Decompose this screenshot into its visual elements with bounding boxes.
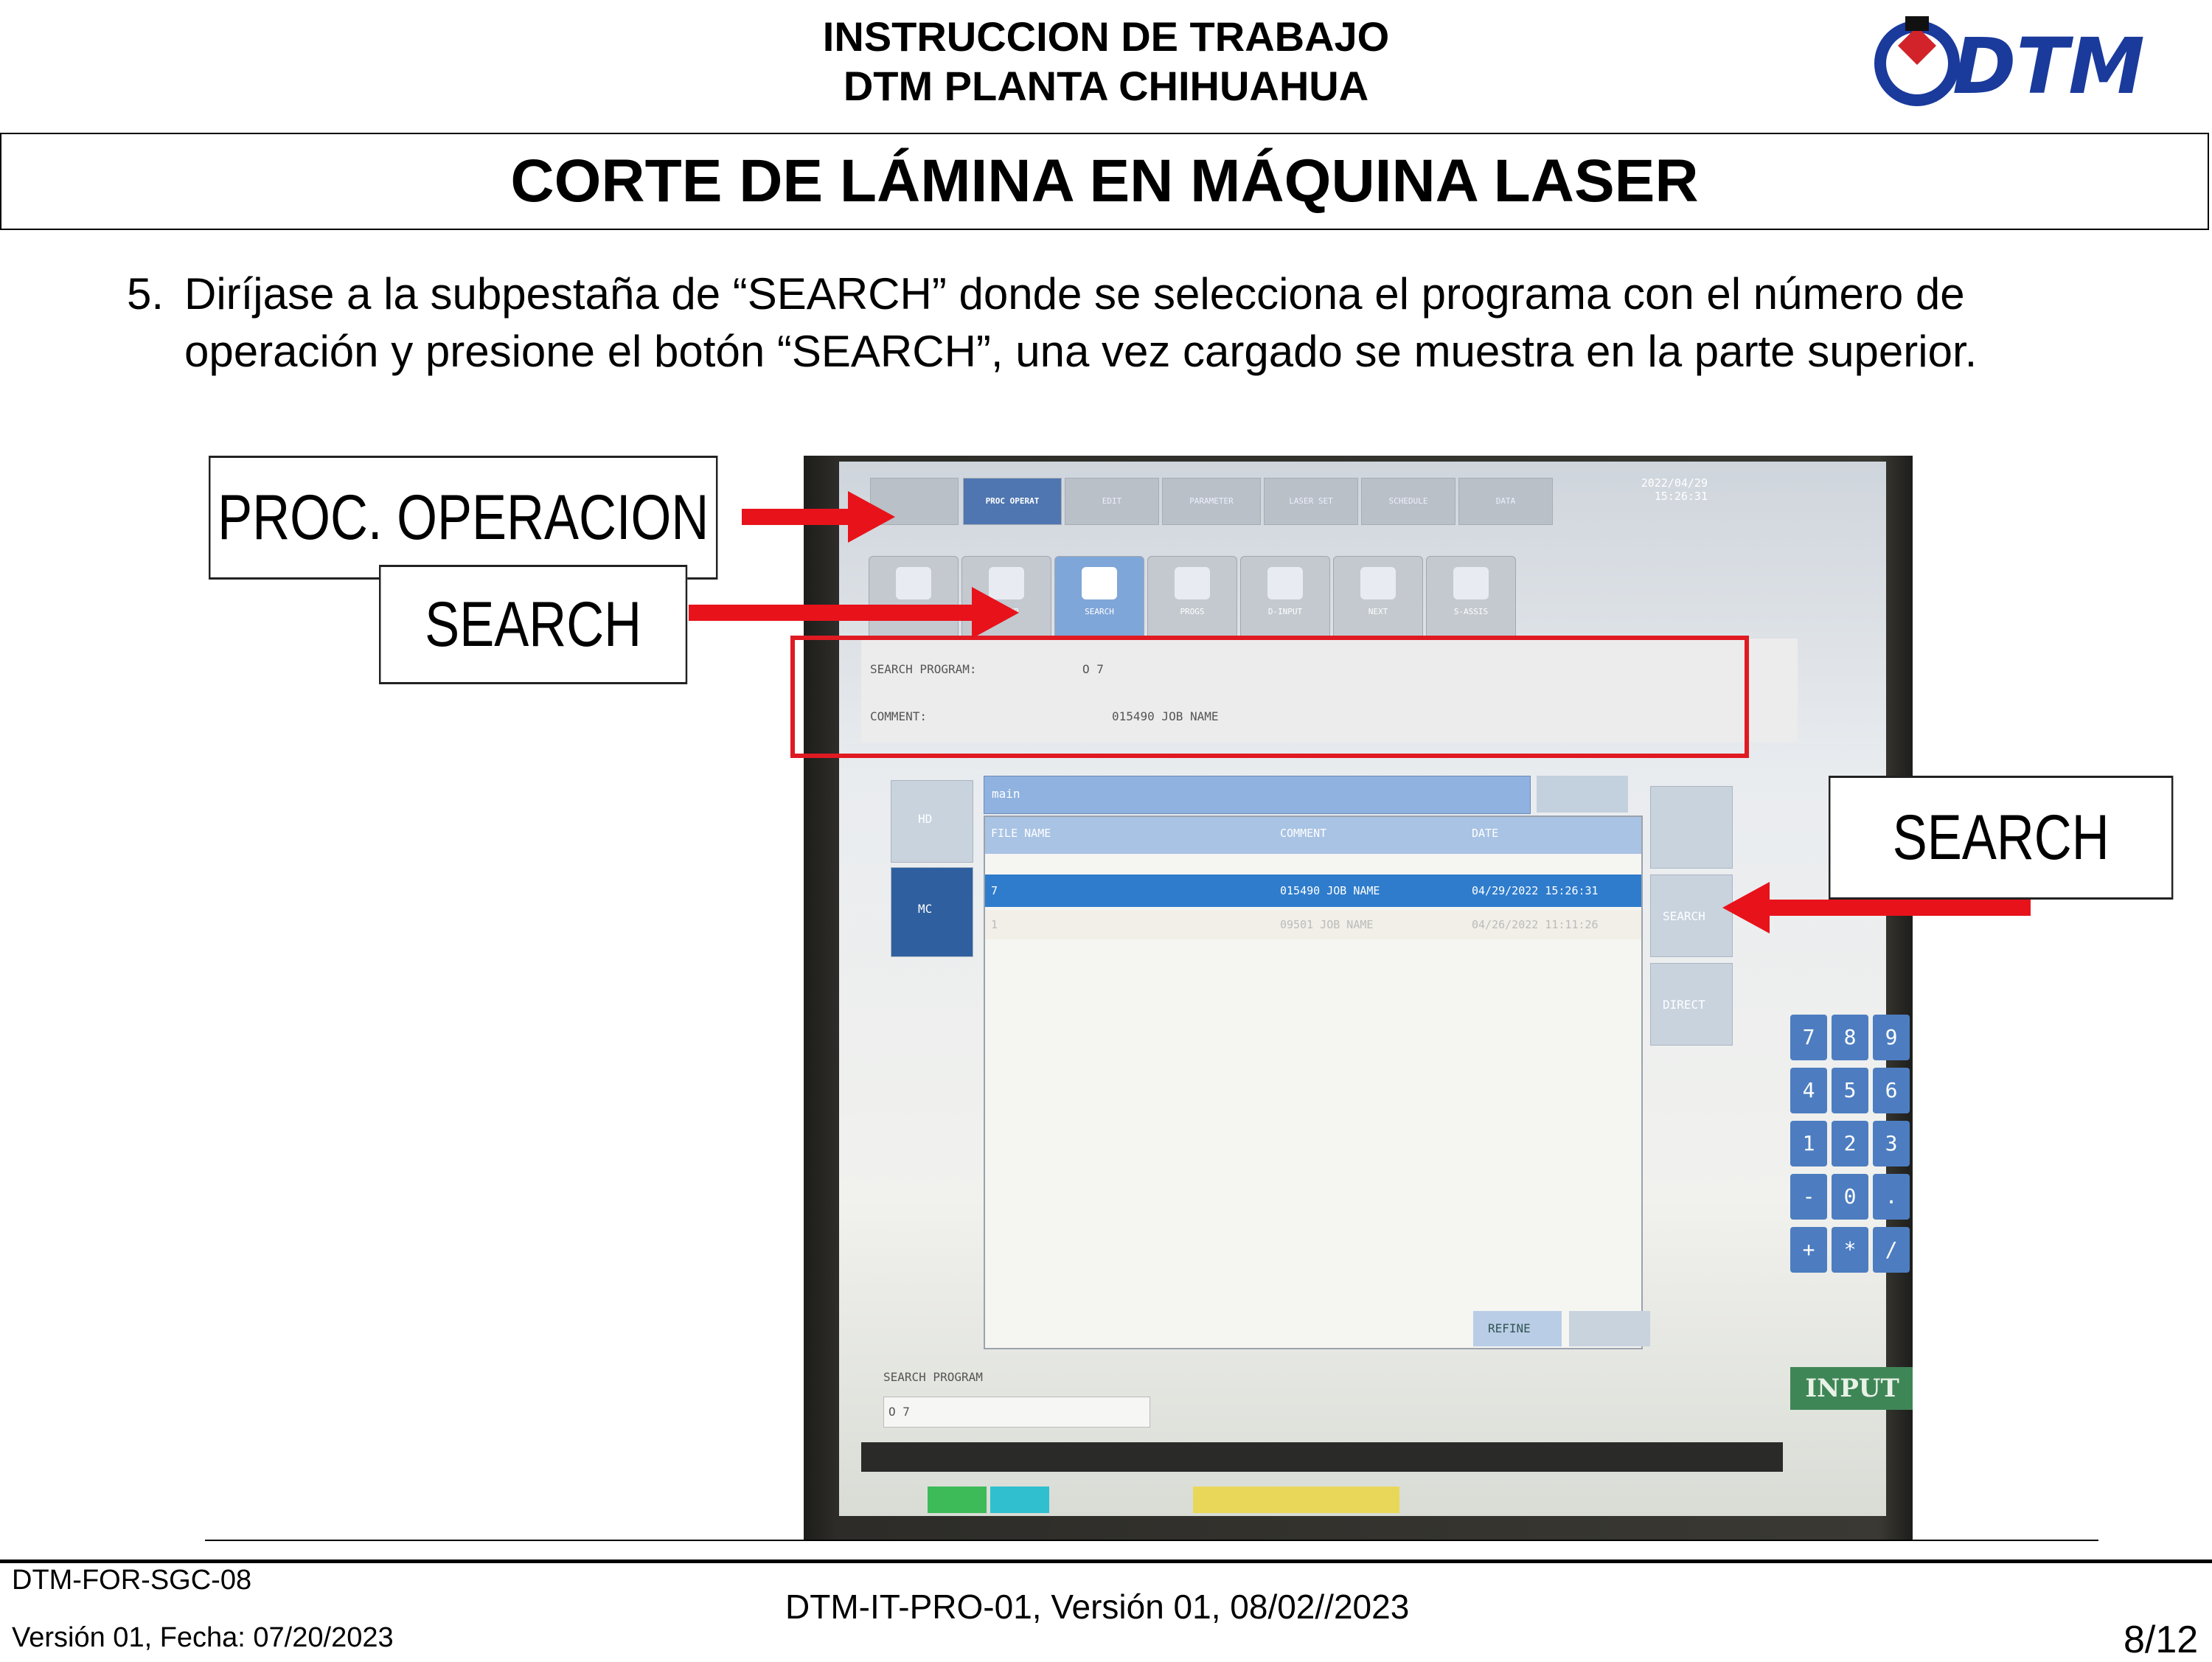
direct-button[interactable]: DIRECT (1650, 963, 1733, 1046)
key-0[interactable]: 0 (1832, 1174, 1868, 1220)
status-indicator-green (928, 1487, 987, 1513)
row-file: 7 (991, 884, 998, 897)
key-divide[interactable]: / (1873, 1227, 1910, 1273)
row-file: 1 (991, 918, 998, 931)
mc-button[interactable]: MC (891, 867, 973, 957)
mc-label: MC (918, 902, 933, 916)
icon-tab-progs[interactable]: PROGS (1147, 556, 1237, 637)
folder-up-button[interactable] (1537, 776, 1628, 813)
key-9[interactable]: 9 (1873, 1015, 1910, 1060)
key-6[interactable]: 6 (1873, 1068, 1910, 1113)
tab-laser-set[interactable]: LASER SET (1264, 478, 1358, 525)
down-button[interactable] (1569, 1311, 1650, 1346)
key-dot[interactable]: . (1873, 1174, 1910, 1220)
folder-select[interactable]: main (984, 776, 1531, 814)
tab-data[interactable]: DATA (1458, 478, 1553, 525)
assist-icon (1453, 567, 1489, 599)
col-file-name: FILE NAME (991, 827, 1051, 840)
divider (205, 1540, 2098, 1541)
bottom-search-input[interactable]: O 7 (883, 1397, 1150, 1428)
arrow-search-tab (689, 605, 976, 621)
direct-button-label: DIRECT (1663, 998, 1705, 1012)
search-button-label: SEARCH (1663, 909, 1705, 923)
key-3[interactable]: 3 (1873, 1121, 1910, 1166)
callout-search-tab: SEARCH (379, 565, 688, 684)
icon-tab-s-assis[interactable]: S-ASSIS (1426, 556, 1516, 637)
icon-tab-next[interactable]: NEXT (1333, 556, 1423, 637)
step-number: 5. (127, 269, 164, 319)
tab-edit[interactable]: EDIT (1065, 478, 1159, 525)
tab-proc-operat[interactable]: PROC OPERAT (963, 478, 1062, 525)
grid-icon (1360, 567, 1396, 599)
search-icon (1082, 567, 1117, 599)
key-plus[interactable]: + (1790, 1227, 1827, 1273)
tab-schedule[interactable]: SCHEDULE (1361, 478, 1455, 525)
table-row[interactable]: 7 015490 JOB NAME 04/29/2022 15:26:31 (985, 875, 1641, 907)
arrow-head-proc (848, 491, 895, 543)
form-version: Versión 01, Fecha: 07/20/2023 (12, 1622, 394, 1653)
file-list: FILE NAME COMMENT DATE 7 015490 JOB NAME… (984, 816, 1643, 1349)
callout-search-button: SEARCH (1829, 776, 2174, 900)
screen-datetime: 2022/04/29 15:26:31 (1641, 476, 1708, 503)
key-minus[interactable]: - (1790, 1174, 1827, 1220)
key-5[interactable]: 5 (1832, 1068, 1868, 1113)
file-list-header: FILE NAME COMMENT DATE (985, 817, 1641, 854)
document-title: CORTE DE LÁMINA EN MÁQUINA LASER (0, 133, 2209, 230)
key-1[interactable]: 1 (1790, 1121, 1827, 1166)
icon-tab-label: PROGS (1180, 607, 1205, 616)
row-date: 04/29/2022 15:26:31 (1472, 884, 1599, 897)
svg-text:DTM: DTM (1952, 21, 2145, 109)
programs-icon (1175, 567, 1210, 599)
dtm-logo: DTM (1874, 16, 2145, 109)
key-7[interactable]: 7 (1790, 1015, 1827, 1060)
arrow-search-button (1768, 900, 2031, 916)
icon-tab-label: S-ASSIS (1453, 607, 1489, 616)
bottom-search-label: SEARCH PROGRAM (883, 1370, 983, 1384)
callout-proc-operacion: PROC. OPERACION (209, 456, 718, 580)
tab-parameter[interactable]: PARAMETER (1162, 478, 1261, 525)
search-button[interactable]: SEARCH (1650, 875, 1733, 957)
footer-divider (0, 1560, 2212, 1563)
col-date: DATE (1472, 827, 1499, 840)
status-indicator-cyan (990, 1487, 1049, 1513)
row-comment: 09501 JOB NAME (1280, 918, 1374, 931)
blank-function-button[interactable] (1650, 786, 1733, 869)
page-number: 8/12 (2124, 1618, 2199, 1661)
refine-button[interactable]: REFINE (1473, 1311, 1562, 1346)
hd-button[interactable]: HD (891, 780, 973, 863)
hd-label: HD (918, 812, 933, 826)
document-icon (1267, 567, 1303, 599)
bottom-search-value: O 7 (888, 1405, 910, 1419)
arrow-proc (742, 509, 852, 525)
status-indicator-yellow (1193, 1487, 1399, 1513)
arrow-icon (896, 567, 931, 599)
table-row[interactable]: 1 09501 JOB NAME 04/26/2022 11:11:26 (985, 910, 1641, 939)
refine-label: REFINE (1488, 1321, 1531, 1335)
key-4[interactable]: 4 (1790, 1068, 1827, 1113)
icon-tab-label: NEXT (1368, 607, 1388, 616)
row-date: 04/26/2022 11:11:26 (1472, 918, 1599, 931)
step-text: Diríjase a la subpestaña de “SEARCH” don… (184, 269, 1978, 376)
icon-tab-0[interactable] (869, 556, 959, 637)
key-2[interactable]: 2 (1832, 1121, 1868, 1166)
arrow-head-search-button (1722, 882, 1770, 933)
row-comment: 015490 JOB NAME (1280, 884, 1380, 897)
icon-tab-search[interactable]: SEARCH (1054, 556, 1144, 637)
key-multiply[interactable]: * (1832, 1227, 1868, 1273)
arrow-head-search-tab (972, 587, 1019, 639)
icon-tab-d-input[interactable]: D-INPUT (1240, 556, 1330, 637)
key-8[interactable]: 8 (1832, 1015, 1868, 1060)
folder-value: main (992, 787, 1020, 801)
status-bar (861, 1442, 1783, 1472)
col-comment: COMMENT (1280, 827, 1327, 840)
highlight-box (790, 636, 1749, 758)
icon-tab-label: SEARCH (1085, 607, 1114, 616)
form-code: DTM-FOR-SGC-08 (12, 1565, 252, 1596)
icon-tab-label: D-INPUT (1267, 607, 1303, 616)
document-reference: DTM-IT-PRO-01, Versión 01, 08/02//2023 (785, 1588, 1410, 1626)
input-button[interactable]: INPUT (1790, 1367, 1913, 1410)
